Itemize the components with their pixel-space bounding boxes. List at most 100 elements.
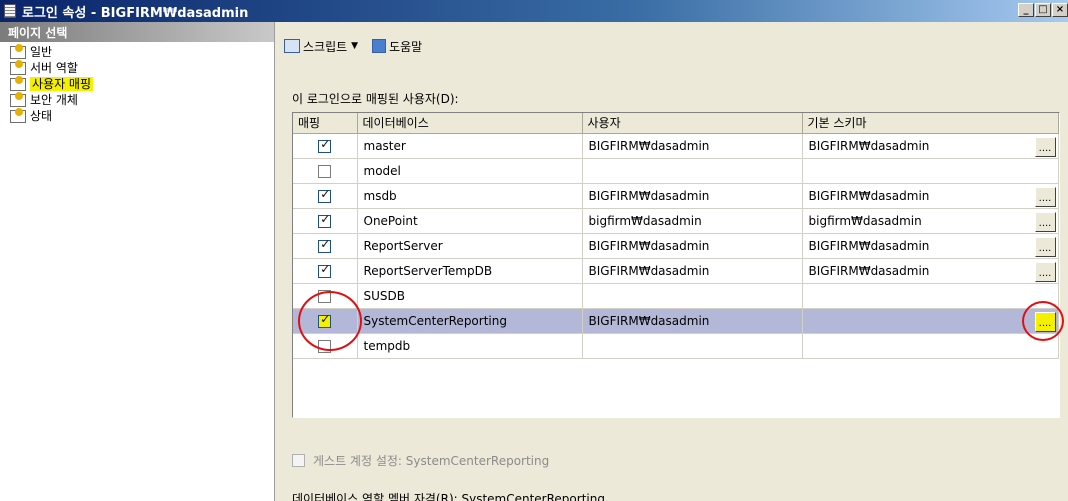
map-checkbox[interactable] (318, 312, 332, 328)
schema-cell[interactable]: bigfirm₩dasadmin.... (802, 208, 1059, 234)
mapped-users-label: 이 로그인으로 매핑된 사용자(D): (292, 92, 459, 106)
map-checkbox[interactable] (318, 137, 332, 153)
browse-schema-button[interactable]: .... (1034, 311, 1056, 332)
map-cell (293, 308, 358, 334)
map-cell (293, 158, 358, 184)
user-cell[interactable]: bigfirm₩dasadmin (582, 208, 803, 234)
page-item-label: 보안 개체 (30, 93, 78, 107)
table-row[interactable]: SUSDB (293, 283, 1059, 309)
table-row[interactable]: ReportServerTempDB BIGFIRM₩dasadmin BIGF… (293, 258, 1059, 284)
map-checkbox[interactable] (318, 237, 332, 253)
table-row[interactable]: model (293, 158, 1059, 184)
column-header-map[interactable]: 매핑 (293, 113, 358, 134)
table-row-selected[interactable]: SystemCenterReporting BIGFIRM₩dasadmin .… (293, 308, 1059, 334)
schema-cell[interactable] (802, 333, 1059, 359)
page-icon (10, 107, 26, 123)
map-cell (293, 183, 358, 209)
schema-cell[interactable]: BIGFIRM₩dasadmin.... (802, 233, 1059, 259)
database-cell: tempdb (357, 333, 583, 359)
column-header-user[interactable]: 사용자 (582, 113, 803, 134)
browse-schema-button[interactable]: .... (1034, 186, 1056, 207)
page-selector-header: 페이지 선택 (0, 22, 274, 42)
database-cell: OnePoint (357, 208, 583, 234)
table-row[interactable]: OnePoint bigfirm₩dasadmin bigfirm₩dasadm… (293, 208, 1059, 234)
browse-schema-button[interactable]: .... (1034, 261, 1056, 282)
page-item-server-roles[interactable]: 서버 역할 (10, 59, 264, 76)
schema-value: BIGFIRM₩dasadmin (808, 238, 930, 253)
page-item-general[interactable]: 일반 (10, 43, 264, 60)
window-controls: _ □ × (1017, 3, 1068, 17)
map-checkbox[interactable] (318, 187, 332, 203)
map-cell (293, 333, 358, 359)
schema-cell[interactable]: BIGFIRM₩dasadmin.... (802, 133, 1059, 159)
guest-label: 게스트 계정 설정: SystemCenterReporting (313, 454, 550, 468)
map-checkbox[interactable] (318, 289, 332, 303)
help-button[interactable]: 도움말 (372, 38, 422, 55)
title-bar: 로그인 속성 - BIGFIRM₩dasadmin _ □ × (0, 0, 1068, 22)
schema-cell[interactable] (802, 158, 1059, 184)
schema-value: BIGFIRM₩dasadmin (808, 263, 930, 278)
database-cell: ReportServer (357, 233, 583, 259)
window-icon (4, 4, 16, 18)
schema-cell[interactable] (802, 283, 1059, 309)
page-item-user-mapping[interactable]: 사용자 매핑 (10, 75, 264, 92)
help-label: 도움말 (389, 39, 423, 54)
script-icon (284, 39, 300, 53)
page-icon (10, 59, 26, 75)
database-cell: model (357, 158, 583, 184)
column-header-default-schema[interactable]: 기본 스키마 (802, 113, 1059, 134)
map-cell (293, 283, 358, 309)
schema-value: BIGFIRM₩dasadmin (808, 188, 930, 203)
schema-cell[interactable]: .... (802, 308, 1059, 334)
page-item-label: 서버 역할 (30, 61, 78, 75)
database-cell: msdb (357, 183, 583, 209)
database-cell: ReportServerTempDB (357, 258, 583, 284)
user-cell[interactable]: BIGFIRM₩dasadmin (582, 183, 803, 209)
schema-value: BIGFIRM₩dasadmin (808, 138, 930, 153)
minimize-button[interactable]: _ (1018, 3, 1034, 17)
user-cell[interactable]: BIGFIRM₩dasadmin (582, 233, 803, 259)
page-item-label: 일반 (30, 45, 53, 59)
user-cell[interactable]: BIGFIRM₩dasadmin (582, 133, 803, 159)
page-item-label: 상태 (30, 109, 53, 123)
help-icon (372, 39, 387, 53)
schema-cell[interactable]: BIGFIRM₩dasadmin.... (802, 183, 1059, 209)
table-row[interactable]: tempdb (293, 333, 1059, 359)
page-item-status[interactable]: 상태 (10, 107, 264, 124)
guest-checkbox[interactable] (292, 454, 305, 467)
toolbar: 스크립트 ▼ 도움말 (276, 34, 422, 58)
chevron-down-icon[interactable]: ▼ (351, 41, 358, 51)
map-checkbox[interactable] (318, 262, 332, 278)
window-title: 로그인 속성 - BIGFIRM₩dasadmin (22, 5, 249, 21)
database-cell: SystemCenterReporting (357, 308, 583, 334)
table-row[interactable]: master BIGFIRM₩dasadmin BIGFIRM₩dasadmin… (293, 133, 1059, 159)
user-cell[interactable]: BIGFIRM₩dasadmin (582, 308, 803, 334)
schema-value: bigfirm₩dasadmin (808, 213, 922, 228)
map-cell (293, 133, 358, 159)
column-header-database[interactable]: 데이터베이스 (357, 113, 583, 134)
browse-schema-button[interactable]: .... (1034, 211, 1056, 232)
table-row[interactable]: msdb BIGFIRM₩dasadmin BIGFIRM₩dasadmin..… (293, 183, 1059, 209)
user-cell[interactable] (582, 158, 803, 184)
role-membership-label: 데이터베이스 역할 멤버 자격(R): SystemCenterReportin… (292, 492, 605, 501)
browse-schema-button[interactable]: .... (1034, 136, 1056, 157)
user-mapping-grid[interactable]: 매핑 데이터베이스 사용자 기본 스키마 master BIGFIRM₩dasa… (292, 112, 1060, 418)
page-icon (10, 43, 26, 59)
map-checkbox[interactable] (318, 339, 332, 353)
map-checkbox[interactable] (318, 164, 332, 178)
user-cell[interactable]: BIGFIRM₩dasadmin (582, 258, 803, 284)
database-cell: master (357, 133, 583, 159)
user-cell[interactable] (582, 333, 803, 359)
maximize-button[interactable]: □ (1035, 3, 1051, 17)
user-cell[interactable] (582, 283, 803, 309)
database-cell: SUSDB (357, 283, 583, 309)
page-item-securables[interactable]: 보안 개체 (10, 91, 264, 108)
guest-account-setting: 게스트 계정 설정: SystemCenterReporting (292, 452, 549, 469)
schema-cell[interactable]: BIGFIRM₩dasadmin.... (802, 258, 1059, 284)
map-cell (293, 208, 358, 234)
close-button[interactable]: × (1052, 3, 1068, 17)
browse-schema-button[interactable]: .... (1034, 236, 1056, 257)
script-button[interactable]: 스크립트 ▼ (284, 38, 364, 55)
table-row[interactable]: ReportServer BIGFIRM₩dasadmin BIGFIRM₩da… (293, 233, 1059, 259)
map-checkbox[interactable] (318, 212, 332, 228)
